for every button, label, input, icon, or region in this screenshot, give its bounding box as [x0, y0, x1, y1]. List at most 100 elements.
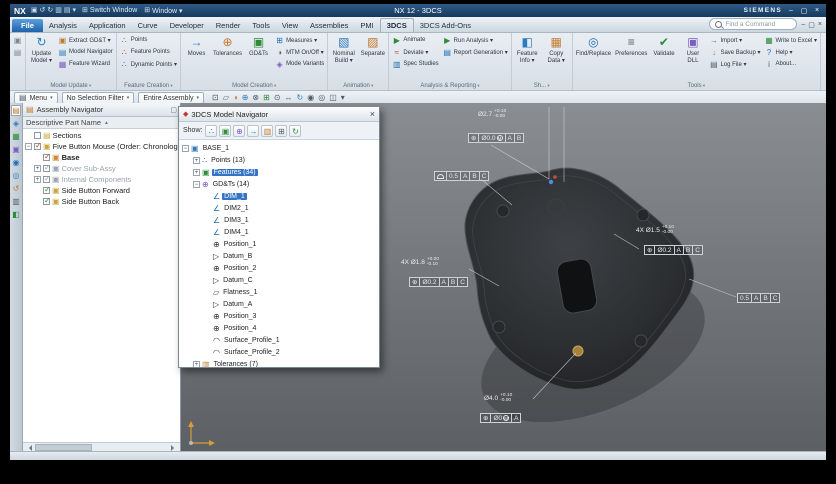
dcs-tree-item[interactable]: ◠ Surface_Profile_1	[179, 334, 379, 346]
clipped-tool-2-button[interactable]: ▤	[12, 46, 23, 58]
close-button[interactable]: ×	[812, 7, 822, 15]
scroll-right-icon[interactable]	[171, 444, 177, 451]
assembly-tree-row[interactable]: ▤ Sections	[23, 130, 180, 141]
assembly-tree-row[interactable]: +▣Cover Sub-Assy	[23, 163, 180, 174]
more-tools-icon[interactable]: ▾	[341, 93, 345, 103]
child-close-button[interactable]: ×	[818, 21, 822, 29]
clipped-tool-1-button[interactable]: ▣	[12, 34, 23, 46]
rotate-view-icon[interactable]: ↻	[297, 93, 304, 103]
show-moves-toggle[interactable]: →	[247, 124, 260, 137]
dcs-tree-item[interactable]: ∠ DIM4_1	[179, 226, 379, 238]
constraint-navigator-tab[interactable]: ◈	[13, 119, 19, 128]
visibility-checkbox[interactable]	[34, 141, 42, 150]
tab-assemblies[interactable]: Assemblies	[304, 19, 354, 32]
expand-icon[interactable]: +	[34, 176, 41, 183]
dcs-tree-item[interactable]: − ▣ BASE_1	[179, 142, 379, 154]
select-mode-icon[interactable]: ⊡	[212, 93, 219, 103]
dynamic-points-button[interactable]: ∴ Dynamic Points ▾	[119, 58, 178, 70]
show-hide-icon[interactable]: ◑	[233, 93, 238, 103]
validate-button[interactable]: ✔ Validate	[650, 34, 677, 58]
mtm-onoff-button[interactable]: ◑ MTM On/Off ▾	[274, 46, 325, 58]
dcs-tree-item[interactable]: ∠ DIM2_1	[179, 202, 379, 214]
move-component-icon[interactable]: ⊕	[242, 93, 249, 103]
assembly-tree-row[interactable]: ▣Base	[23, 152, 180, 163]
report-generation-button[interactable]: ▤ Report Generation ▾	[442, 46, 509, 58]
points-button[interactable]: ∴ Points	[119, 34, 178, 46]
visibility-checkbox[interactable]	[34, 132, 41, 139]
feature-info-button[interactable]: ◧ Feature Info ▾	[514, 34, 541, 64]
expand-icon[interactable]: +	[34, 165, 41, 172]
visibility-checkbox[interactable]	[43, 196, 51, 205]
feature-wizard-button[interactable]: ▦ Feature Wizard	[57, 58, 114, 70]
refresh-tree-button[interactable]: ↻	[289, 124, 302, 137]
visibility-checkbox[interactable]	[43, 185, 51, 194]
find-replace-button[interactable]: ◎ Find/Replace	[575, 34, 612, 58]
tab-tools[interactable]: Tools	[246, 19, 276, 32]
switch-window-menu[interactable]: ⊞ Switch Window	[82, 6, 137, 15]
save-backup-button[interactable]: ↓ Save Backup ▾	[708, 46, 761, 58]
dcs-tree-item[interactable]: + ▣ Features (34)	[179, 166, 379, 178]
ribbon-group-label[interactable]: Feature Creation	[119, 83, 178, 90]
ribbon-group-label[interactable]: Tools	[575, 83, 818, 90]
tolerances-button[interactable]: ⊕ Tolerances	[212, 34, 243, 58]
assembly-tree-row[interactable]: ▣Side Button Back	[23, 196, 180, 207]
import-button[interactable]: → Import ▾	[708, 34, 761, 46]
show-features-toggle[interactable]: ▣	[219, 124, 232, 137]
tab-3dcs[interactable]: 3DCS	[379, 18, 414, 32]
copy-icon[interactable]: ▥	[55, 6, 62, 15]
run-analysis-button[interactable]: ▶ Run Analysis ▾	[442, 34, 509, 46]
dcs-tree-item[interactable]: ▷ Datum_B	[179, 250, 379, 262]
tab-file[interactable]: File	[12, 19, 43, 32]
assembly-constraints-icon[interactable]: ⊗	[252, 93, 259, 103]
maximize-button[interactable]: ▢	[799, 7, 809, 15]
help-button[interactable]: ? Help ▾	[763, 46, 818, 58]
write-to-excel-button[interactable]: ▦ Write to Excel ▾	[763, 34, 818, 46]
tab-developer[interactable]: Developer	[164, 19, 210, 32]
extract-gdt-button[interactable]: ▣ Extract GD&T ▾	[57, 34, 114, 46]
tab-view[interactable]: View	[276, 19, 304, 32]
paste-icon[interactable]: ▤	[64, 6, 71, 15]
collapse-icon[interactable]: −	[182, 144, 189, 152]
ribbon-group-label[interactable]: Analysis & Reporting	[391, 83, 508, 90]
dcs-tree-item[interactable]: ▷ Datum_C	[179, 274, 379, 286]
show-points-toggle[interactable]: ∴	[205, 124, 218, 137]
window-split-icon[interactable]: ◫	[329, 93, 337, 103]
roles-tab[interactable]: ◧	[12, 210, 20, 219]
visibility-checkbox[interactable]	[43, 152, 51, 161]
model-navigator-button[interactable]: ▤ Model Navigator	[57, 46, 114, 58]
visibility-checkbox[interactable]	[43, 163, 51, 172]
scroll-thumb[interactable]	[35, 444, 92, 451]
process-studio-tab[interactable]: ▥	[12, 197, 20, 206]
expand-icon[interactable]: +	[193, 156, 200, 164]
hd3d-tools-tab[interactable]: ◉	[13, 158, 20, 167]
shaded-view-icon[interactable]: ◉	[307, 93, 314, 103]
update-model-button[interactable]: ↻ Update Model ▾	[28, 34, 55, 64]
assembly-tree-row[interactable]: +▣Internal Components	[23, 174, 180, 185]
show-measures-toggle[interactable]: ⊞	[275, 124, 288, 137]
animate-button[interactable]: ▶ Animate	[391, 34, 439, 46]
dcs-tree-item[interactable]: ⊕ Position_2	[179, 262, 379, 274]
web-browser-tab[interactable]: ◎	[13, 171, 20, 180]
ribbon-group-label[interactable]: Model Update	[28, 83, 114, 90]
dcs-tree-item[interactable]: ⊕ Position_4	[179, 322, 379, 334]
expand-icon[interactable]: +	[193, 168, 200, 176]
tab-pmi[interactable]: PMI	[354, 19, 379, 32]
separate-button[interactable]: ▨ Separate	[359, 34, 386, 58]
minimize-button[interactable]: –	[786, 7, 796, 15]
part-navigator-tab[interactable]: ▦	[12, 132, 20, 141]
redo-icon[interactable]: ↻	[47, 6, 53, 15]
pan-icon[interactable]: ↔	[285, 93, 293, 103]
moves-button[interactable]: → Moves	[183, 34, 210, 58]
show-tolerances-toggle[interactable]: ▥	[261, 124, 274, 137]
spec-studies-button[interactable]: ▥ Spec Studies	[391, 58, 439, 70]
assembly-navigator-tab[interactable]: ▤	[11, 105, 21, 116]
collapse-icon[interactable]: −	[25, 143, 32, 150]
dcs-tree-item[interactable]: + ▥ Tolerances (7)	[179, 358, 379, 367]
close-icon[interactable]: ×	[370, 109, 375, 119]
log-file-button[interactable]: ▤ Log File ▾	[708, 58, 761, 70]
child-minimize-button[interactable]: –	[801, 21, 805, 29]
copy-data-button[interactable]: ▦ Copy Data ▾	[543, 34, 570, 64]
dcs-tree-item[interactable]: ◠ Surface_Profile_2	[179, 346, 379, 358]
dcs-tree-item[interactable]: ⊕ Position_1	[179, 238, 379, 250]
tab-3dcs-add-ons[interactable]: 3DCS Add-Ons	[414, 19, 477, 32]
